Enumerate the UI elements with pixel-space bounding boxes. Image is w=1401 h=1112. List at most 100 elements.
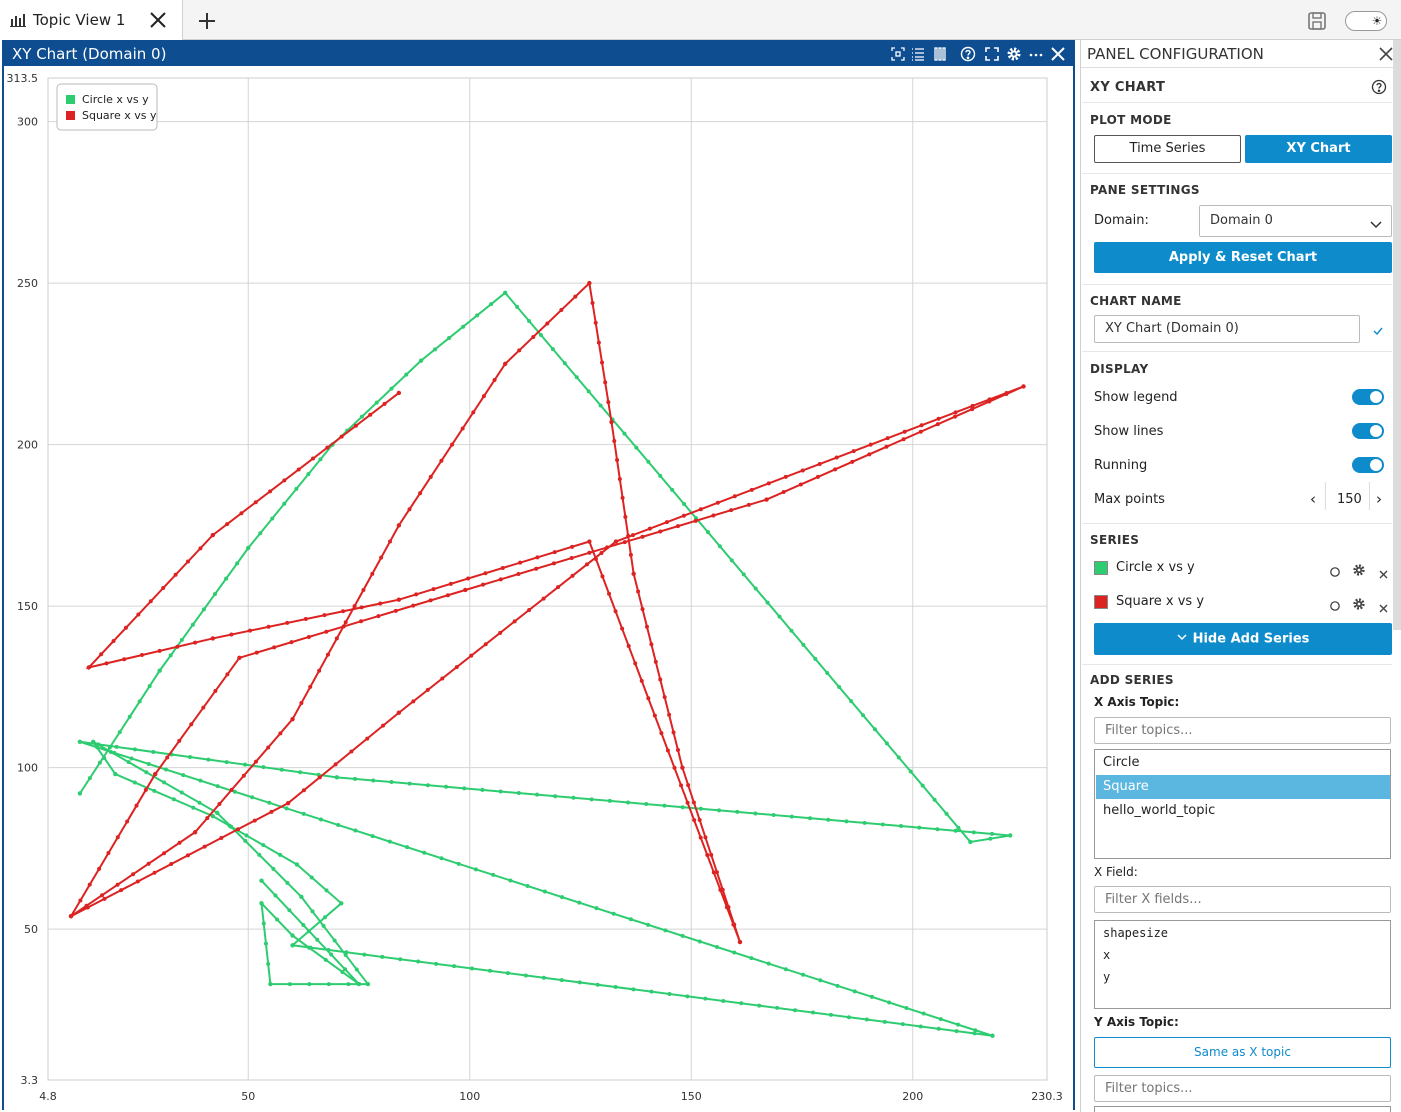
data-point bbox=[781, 490, 786, 495]
chart-name-input[interactable]: XY Chart (Domain 0) bbox=[1094, 315, 1360, 343]
topic-option-circle[interactable]: Circle bbox=[1096, 751, 1390, 775]
data-point bbox=[577, 980, 582, 985]
same-as-x-topic-button[interactable]: Same as X topic bbox=[1094, 1037, 1391, 1068]
more-icon[interactable] bbox=[1028, 46, 1044, 62]
new-tab-button[interactable] bbox=[194, 8, 220, 34]
theme-toggle[interactable]: ☀ bbox=[1345, 11, 1387, 31]
settings-gear-icon[interactable] bbox=[1006, 46, 1022, 62]
data-point bbox=[405, 845, 410, 850]
data-point bbox=[396, 390, 402, 396]
data-point bbox=[315, 937, 320, 942]
filter-x-topics-input[interactable] bbox=[1094, 717, 1391, 744]
data-point bbox=[481, 582, 486, 587]
fullscreen-icon[interactable] bbox=[984, 46, 1000, 62]
data-point bbox=[884, 741, 889, 746]
data-point bbox=[498, 577, 503, 582]
data-point bbox=[559, 308, 564, 313]
data-point bbox=[190, 622, 195, 627]
xy-chart-svg[interactable]: 4.8 50 100 150 200 230.3 313.5 300 250 200 150 100 5… bbox=[4, 66, 1073, 1110]
data-point bbox=[396, 523, 402, 528]
tab-label: Topic View 1 bbox=[33, 11, 126, 29]
data-point bbox=[428, 598, 433, 603]
time-series-button[interactable]: Time Series bbox=[1094, 135, 1241, 163]
remove-series-icon[interactable] bbox=[1379, 598, 1388, 617]
filter-x-fields-input[interactable] bbox=[1094, 886, 1391, 913]
xy-plot[interactable]: 4.8 50 100 150 200 230.3 313.5 300 250 200 150 100 5… bbox=[4, 66, 1073, 1110]
y-topic-listbox[interactable] bbox=[1094, 1106, 1391, 1112]
visibility-circle-icon[interactable] bbox=[1329, 597, 1341, 616]
field-option-shapesize[interactable]: shapesize bbox=[1096, 922, 1390, 944]
zoom-fit-icon[interactable] bbox=[890, 46, 906, 62]
visibility-circle-icon[interactable] bbox=[1329, 563, 1341, 582]
data-point bbox=[851, 449, 856, 454]
topic-option-square[interactable]: Square bbox=[1096, 775, 1390, 799]
data-point bbox=[649, 642, 654, 647]
data-point bbox=[680, 933, 685, 938]
y-tick-label: 300 bbox=[17, 116, 38, 129]
series-settings-gear-icon[interactable] bbox=[1352, 596, 1366, 615]
config-scrollbar[interactable] bbox=[1393, 40, 1401, 630]
x-topic-listbox[interactable]: Circle Square hello_world_topic bbox=[1094, 749, 1391, 859]
data-point bbox=[709, 852, 714, 857]
data-point bbox=[466, 576, 471, 581]
data-point bbox=[296, 467, 301, 472]
columns-icon[interactable] bbox=[932, 46, 948, 62]
data-point bbox=[640, 607, 645, 612]
close-tab-icon[interactable] bbox=[148, 10, 168, 30]
data-point bbox=[646, 459, 651, 464]
data-point bbox=[268, 981, 273, 987]
data-point bbox=[129, 756, 134, 761]
data-point bbox=[161, 586, 166, 591]
help-icon[interactable] bbox=[1371, 79, 1387, 99]
decrement-chevron-icon[interactable]: ‹ bbox=[1310, 490, 1316, 508]
running-toggle[interactable] bbox=[1352, 457, 1384, 473]
chart-header: XY Chart (Domain 0) bbox=[4, 42, 1073, 66]
x-field-listbox[interactable]: shapesize x y bbox=[1094, 920, 1391, 1009]
data-point bbox=[175, 644, 180, 649]
list-icon[interactable] bbox=[910, 46, 926, 62]
show-legend-toggle[interactable] bbox=[1352, 389, 1384, 405]
data-point bbox=[729, 558, 734, 563]
max-points-value[interactable]: 150 bbox=[1337, 492, 1362, 507]
data-point bbox=[341, 624, 346, 629]
hide-add-series-button[interactable]: Hide Add Series bbox=[1094, 623, 1392, 655]
save-icon[interactable] bbox=[1306, 10, 1328, 32]
legend-box bbox=[56, 83, 158, 131]
field-option-x[interactable]: x bbox=[1096, 944, 1390, 966]
data-point bbox=[346, 982, 351, 987]
close-panel-icon[interactable] bbox=[1050, 46, 1066, 62]
data-point bbox=[935, 422, 940, 427]
data-point bbox=[310, 909, 315, 914]
show-lines-toggle[interactable] bbox=[1352, 423, 1384, 439]
domain-select[interactable]: Domain 0 bbox=[1199, 205, 1392, 237]
data-point bbox=[615, 457, 620, 462]
topic-option-hello-world[interactable]: hello_world_topic bbox=[1096, 799, 1390, 823]
series-color-swatch[interactable] bbox=[1094, 561, 1108, 575]
filter-y-topics-input[interactable] bbox=[1094, 1075, 1391, 1102]
data-point bbox=[764, 497, 769, 502]
data-point bbox=[294, 862, 300, 867]
increment-chevron-icon[interactable]: › bbox=[1376, 490, 1382, 508]
data-point bbox=[887, 1000, 892, 1005]
data-point bbox=[904, 1006, 909, 1011]
field-option-y[interactable]: y bbox=[1096, 966, 1390, 988]
chart-title: XY Chart (Domain 0) bbox=[12, 45, 167, 63]
apply-reset-chart-button[interactable]: Apply & Reset Chart bbox=[1094, 242, 1392, 273]
remove-series-icon[interactable] bbox=[1379, 564, 1388, 583]
data-point bbox=[535, 792, 540, 797]
data-point bbox=[473, 867, 478, 872]
data-point bbox=[326, 947, 331, 952]
tab-topic-view-1[interactable]: Topic View 1 bbox=[0, 0, 183, 40]
series-settings-gear-icon[interactable] bbox=[1352, 562, 1366, 581]
data-point bbox=[285, 880, 290, 885]
data-point bbox=[454, 665, 459, 670]
data-point bbox=[852, 989, 857, 994]
data-point bbox=[516, 791, 521, 796]
data-point bbox=[808, 816, 813, 821]
check-icon[interactable] bbox=[1372, 322, 1384, 341]
help-icon[interactable] bbox=[960, 46, 976, 62]
series-color-swatch[interactable] bbox=[1094, 595, 1108, 609]
data-point bbox=[609, 419, 614, 425]
xy-chart-button[interactable]: XY Chart bbox=[1245, 135, 1392, 163]
data-point bbox=[85, 905, 90, 910]
